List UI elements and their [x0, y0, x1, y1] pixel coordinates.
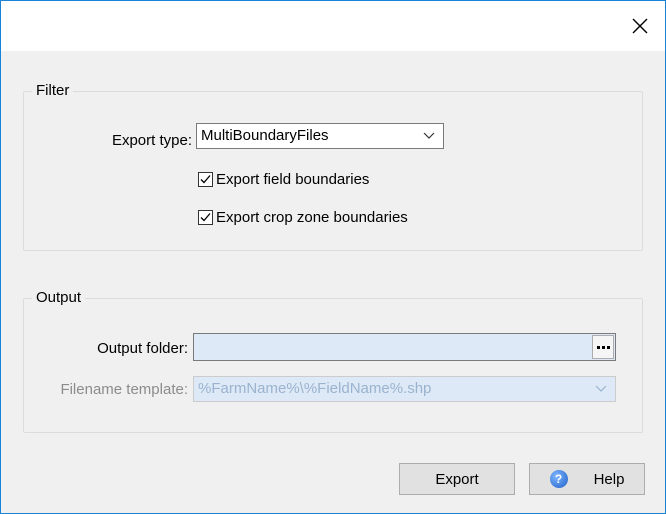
export-button-label: Export [435, 470, 479, 488]
export-crop-zone-boundaries-checkbox[interactable]: Export crop zone boundaries [198, 209, 408, 226]
browse-button[interactable] [592, 335, 614, 359]
export-crop-zone-boundaries-label: Export crop zone boundaries [216, 209, 408, 226]
export-type-value: MultiBoundaryFiles [201, 127, 329, 144]
chevron-down-icon [423, 132, 435, 139]
help-button-label: Help [593, 470, 625, 488]
output-group: Output Output folder: Filename template:… [23, 288, 643, 433]
checkbox-box [198, 210, 213, 225]
filter-group: Filter Export type: MultiBoundaryFiles E… [23, 81, 643, 251]
checkmark-icon [200, 213, 211, 222]
filename-template-label: Filename template: [60, 381, 188, 398]
export-field-boundaries-label: Export field boundaries [216, 171, 370, 188]
help-button[interactable]: ? Help [529, 463, 645, 495]
export-button[interactable]: Export [399, 463, 515, 495]
export-type-dropdown[interactable]: MultiBoundaryFiles [196, 123, 444, 149]
title-bar [1, 1, 665, 51]
chevron-down-icon [595, 385, 607, 392]
export-field-boundaries-checkbox[interactable]: Export field boundaries [198, 171, 369, 188]
checkbox-box [198, 172, 213, 187]
export-dialog: Filter Export type: MultiBoundaryFiles E… [0, 0, 666, 514]
export-type-label: Export type: [111, 132, 192, 149]
ellipsis-icon [596, 345, 610, 349]
filter-group-label: Filter [32, 81, 74, 101]
filename-template-value: %FarmName%\%FieldName%.shp [198, 380, 432, 397]
close-icon [632, 18, 648, 34]
filename-template-dropdown[interactable]: %FarmName%\%FieldName%.shp [193, 376, 616, 402]
checkmark-icon [200, 175, 211, 184]
output-folder-input[interactable] [193, 333, 616, 361]
close-button[interactable] [625, 11, 655, 41]
output-group-label: Output [32, 288, 86, 308]
help-icon: ? [549, 470, 568, 488]
output-folder-label: Output folder: [97, 340, 188, 357]
